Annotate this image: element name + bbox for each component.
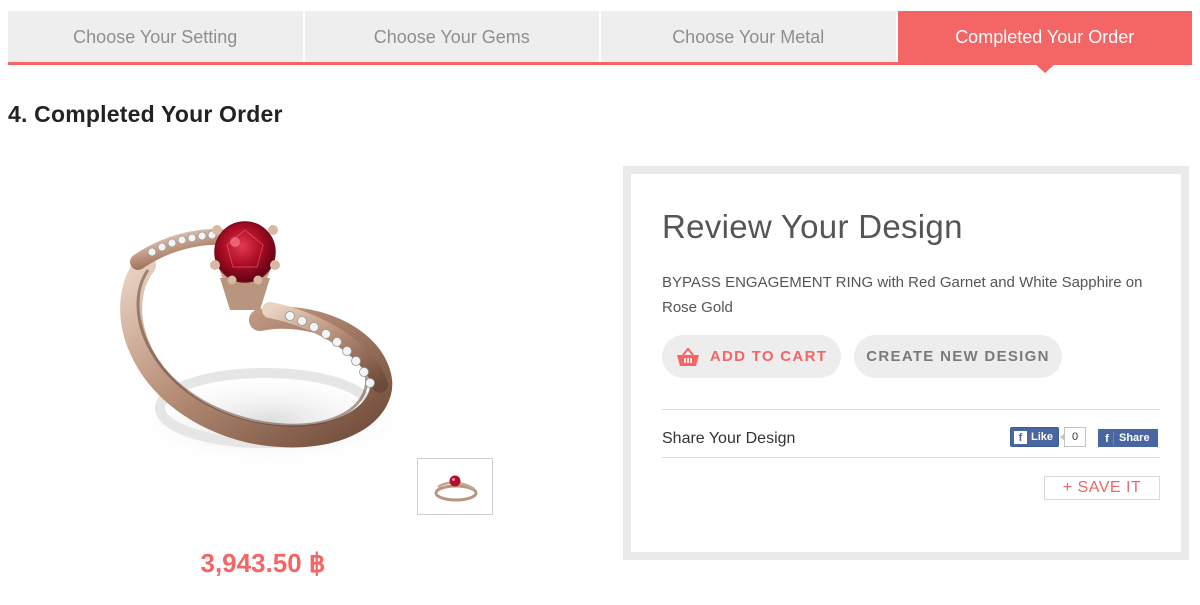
facebook-share-label: Share <box>1119 432 1150 444</box>
ring-thumbnail-image <box>434 475 478 502</box>
add-to-cart-button[interactable]: ADD TO CART <box>662 335 841 378</box>
design-description: BYPASS ENGAGEMENT RING with Red Garnet a… <box>662 274 1143 316</box>
share-design-label: Share Your Design <box>662 430 796 447</box>
tab-label: Completed Your Order <box>955 26 1135 47</box>
tab-choose-metal[interactable]: Choose Your Metal <box>601 11 898 63</box>
ring-illustration <box>120 221 420 470</box>
divider <box>662 457 1160 458</box>
tab-completed-order[interactable]: Completed Your Order <box>897 11 1192 73</box>
product-thumbnail[interactable] <box>417 458 493 515</box>
facebook-like-button[interactable]: f Like <box>1010 427 1060 447</box>
product-price: 3,943.50 ฿ <box>200 548 326 578</box>
facebook-like-widget: f Like 0 <box>1010 427 1087 447</box>
tab-choose-gems[interactable]: Choose Your Gems <box>304 11 601 63</box>
divider <box>662 409 1160 410</box>
facebook-icon: f <box>1014 430 1027 444</box>
tab-choose-setting[interactable]: Choose Your Setting <box>8 11 305 63</box>
facebook-like-count: 0 <box>1060 427 1087 447</box>
page-title: 4. Completed Your Order <box>8 101 283 127</box>
facebook-like-label: Like <box>1031 431 1054 443</box>
tab-label: Choose Your Gems <box>373 26 530 47</box>
create-new-design-label: CREATE NEW DESIGN <box>866 348 1050 365</box>
facebook-share-button[interactable]: f Share <box>1098 429 1158 447</box>
tab-label: Choose Your Metal <box>672 26 825 47</box>
step-tabs: Choose Your Setting Choose Your Gems Cho… <box>8 11 1192 73</box>
review-title: Review Your Design <box>662 208 963 245</box>
save-it-button[interactable]: + SAVE IT <box>1044 476 1160 500</box>
tab-label: Choose Your Setting <box>73 26 238 47</box>
tabs-underline <box>8 62 1192 65</box>
review-card: Review Your Design BYPASS ENGAGEMENT RIN… <box>623 166 1189 560</box>
product-image <box>80 170 460 490</box>
facebook-icon: f <box>1101 431 1114 445</box>
review-card-body: Review Your Design BYPASS ENGAGEMENT RIN… <box>631 174 1181 552</box>
basket-icon <box>676 346 700 367</box>
add-to-cart-label: ADD TO CART <box>709 348 828 365</box>
create-new-design-button[interactable]: CREATE NEW DESIGN <box>854 335 1062 378</box>
